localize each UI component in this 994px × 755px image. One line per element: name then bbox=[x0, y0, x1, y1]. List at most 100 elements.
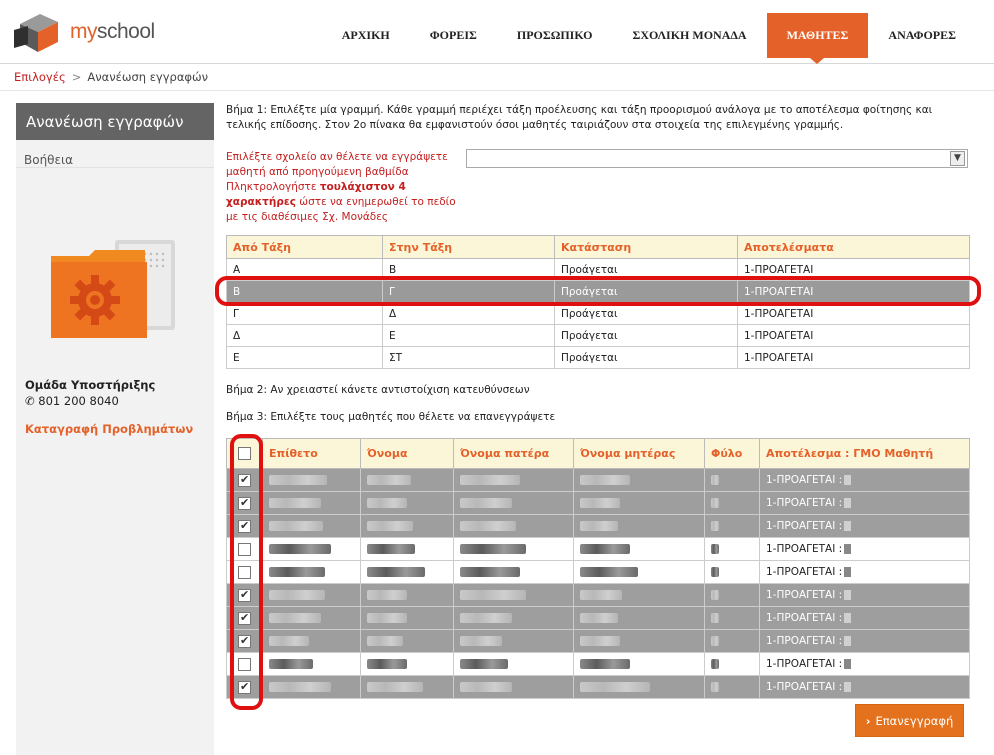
phone-icon: ✆ bbox=[25, 394, 35, 408]
brand-name: myschool bbox=[70, 20, 155, 43]
redacted-text bbox=[460, 498, 512, 508]
myschool-logo[interactable]: myschool bbox=[14, 14, 164, 52]
student-checkbox[interactable] bbox=[238, 588, 251, 602]
nav-item-school-unit[interactable]: ΣΧΟΛΙΚΗ ΜΟΝΑΔΑ bbox=[612, 13, 766, 58]
table-row[interactable]: 1-ΠΡΟΑΓΕΤΑΙ : bbox=[226, 606, 970, 630]
cell-result: 1-ΠΡΟΑΓΕΤΑΙ : bbox=[759, 675, 970, 699]
column-header-status[interactable]: Κατάσταση bbox=[554, 235, 738, 259]
column-header-father-name[interactable]: Όνομα πατέρα bbox=[453, 438, 574, 469]
table-row[interactable]: Γ Δ Προάγεται 1-ΠΡΟΑΓΕΤΑΙ bbox=[226, 302, 970, 325]
cell-result: 1-ΠΡΟΑΓΕΤΑΙ : bbox=[759, 468, 970, 492]
redacted-text bbox=[580, 590, 622, 600]
chevron-down-icon[interactable]: ▼ bbox=[950, 151, 965, 166]
report-problems-link[interactable]: Καταγραφή Προβλημάτων bbox=[25, 422, 193, 436]
table-row[interactable]: 1-ΠΡΟΑΓΕΤΑΙ : bbox=[226, 468, 970, 492]
cell-surname bbox=[262, 560, 361, 584]
re-enroll-button[interactable]: › Επανεγγραφή bbox=[855, 704, 964, 737]
cell-gender bbox=[704, 491, 760, 515]
result-text: 1-ΠΡΟΑΓΕΤΑΙ : bbox=[766, 681, 843, 693]
student-checkbox[interactable] bbox=[238, 565, 251, 579]
nav-item-home[interactable]: ΑΡΧΙΚΗ bbox=[322, 13, 410, 58]
redacted-text bbox=[844, 590, 852, 600]
column-header-mother-name[interactable]: Όνομα μητέρας bbox=[573, 438, 705, 469]
column-header-to-class[interactable]: Στην Τάξη bbox=[382, 235, 555, 259]
column-header-result-gmo[interactable]: Αποτέλεσμα : ΓΜΟ Μαθητή bbox=[759, 438, 970, 469]
table-row[interactable]: Ε ΣΤ Προάγεται 1-ΠΡΟΑΓΕΤΑΙ bbox=[226, 346, 970, 369]
cell-result: 1-ΠΡΟΑΓΕΤΑΙ : bbox=[759, 606, 970, 630]
student-checkbox[interactable] bbox=[238, 542, 251, 556]
table-row[interactable]: Α Β Προάγεται 1-ΠΡΟΑΓΕΤΑΙ bbox=[226, 258, 970, 281]
cell-result: 1-ΠΡΟΑΓΕΤΑΙ : bbox=[759, 537, 970, 561]
cell-father-name bbox=[453, 537, 574, 561]
redacted-text bbox=[711, 590, 719, 600]
cell-result: 1-ΠΡΟΑΓΕΤΑΙ : bbox=[759, 514, 970, 538]
redacted-text bbox=[269, 567, 325, 577]
cell-to: ΣΤ bbox=[382, 346, 555, 369]
cell-gender bbox=[704, 514, 760, 538]
school-select[interactable]: ▼ bbox=[466, 149, 968, 168]
select-cell bbox=[226, 468, 263, 492]
redacted-text bbox=[460, 475, 520, 485]
cell-father-name bbox=[453, 560, 574, 584]
support-team-title: Ομάδα Υποστήριξης bbox=[25, 378, 156, 392]
sidebar-help-link[interactable]: Βοήθεια bbox=[16, 140, 214, 168]
cell-from: Α bbox=[226, 258, 383, 281]
redacted-text bbox=[367, 590, 407, 600]
column-header-surname[interactable]: Επίθετο bbox=[262, 438, 361, 469]
redacted-text bbox=[844, 498, 852, 508]
cell-to: Δ bbox=[382, 302, 555, 325]
student-checkbox[interactable] bbox=[238, 611, 251, 625]
nav-item-students[interactable]: ΜΑΘΗΤΕΣ bbox=[766, 13, 869, 64]
sidebar-title: Ανανέωση εγγραφών bbox=[16, 103, 214, 140]
cell-surname bbox=[262, 629, 361, 653]
redacted-text bbox=[711, 475, 719, 485]
column-header-first-name[interactable]: Όνομα bbox=[360, 438, 454, 469]
select-all-checkbox[interactable] bbox=[238, 447, 251, 461]
result-text: 1-ΠΡΟΑΓΕΤΑΙ : bbox=[766, 543, 843, 555]
result-text: 1-ΠΡΟΑΓΕΤΑΙ : bbox=[766, 520, 843, 532]
table-row[interactable]: 1-ΠΡΟΑΓΕΤΑΙ : bbox=[226, 491, 970, 515]
cell-father-name bbox=[453, 491, 574, 515]
redacted-text bbox=[460, 544, 526, 554]
column-header-results[interactable]: Αποτελέσματα bbox=[737, 235, 970, 259]
redacted-text bbox=[844, 544, 852, 554]
cell-father-name bbox=[453, 468, 574, 492]
result-text: 1-ΠΡΟΑΓΕΤΑΙ : bbox=[766, 658, 843, 670]
table-row[interactable]: Δ Ε Προάγεται 1-ΠΡΟΑΓΕΤΑΙ bbox=[226, 324, 970, 347]
redacted-text bbox=[460, 659, 508, 669]
redacted-text bbox=[580, 636, 620, 646]
cell-surname bbox=[262, 583, 361, 607]
classes-table: Από Τάξη Στην Τάξη Κατάσταση Αποτελέσματ… bbox=[226, 235, 970, 369]
table-row[interactable]: 1-ΠΡΟΑΓΕΤΑΙ : bbox=[226, 675, 970, 699]
table-row[interactable]: 1-ΠΡΟΑΓΕΤΑΙ : bbox=[226, 583, 970, 607]
select-cell bbox=[226, 629, 263, 653]
table-row[interactable]: 1-ΠΡΟΑΓΕΤΑΙ : bbox=[226, 629, 970, 653]
cell-from: Ε bbox=[226, 346, 383, 369]
redacted-text bbox=[367, 544, 415, 554]
student-checkbox[interactable] bbox=[238, 634, 251, 648]
column-header-gender[interactable]: Φύλο bbox=[704, 438, 760, 469]
table-row[interactable]: 1-ΠΡΟΑΓΕΤΑΙ : bbox=[226, 537, 970, 561]
redacted-text bbox=[367, 659, 407, 669]
nav-item-reports[interactable]: ΑΝΑΦΟΡΕΣ bbox=[868, 13, 976, 58]
student-checkbox[interactable] bbox=[238, 496, 251, 510]
cell-father-name bbox=[453, 606, 574, 630]
table-row[interactable]: Β Γ Προάγεται 1-ΠΡΟΑΓΕΤΑΙ bbox=[226, 280, 970, 303]
redacted-text bbox=[580, 544, 630, 554]
student-checkbox[interactable] bbox=[238, 657, 251, 671]
table-row[interactable]: 1-ΠΡΟΑΓΕΤΑΙ : bbox=[226, 514, 970, 538]
table-row[interactable]: 1-ΠΡΟΑΓΕΤΑΙ : bbox=[226, 560, 970, 584]
student-checkbox[interactable] bbox=[238, 519, 251, 533]
cell-first-name bbox=[360, 560, 454, 584]
result-text: 1-ΠΡΟΑΓΕΤΑΙ : bbox=[766, 566, 843, 578]
redacted-text bbox=[269, 498, 321, 508]
table-row[interactable]: 1-ΠΡΟΑΓΕΤΑΙ : bbox=[226, 652, 970, 676]
cell-surname bbox=[262, 491, 361, 515]
breadcrumb-link-options[interactable]: Επιλογές bbox=[14, 70, 66, 84]
column-header-from-class[interactable]: Από Τάξη bbox=[226, 235, 383, 259]
nav-item-agencies[interactable]: ΦΟΡΕΙΣ bbox=[410, 13, 497, 58]
nav-item-staff[interactable]: ΠΡΟΣΩΠΙΚΟ bbox=[497, 13, 613, 58]
redacted-text bbox=[844, 659, 852, 669]
student-checkbox[interactable] bbox=[238, 473, 251, 487]
student-checkbox[interactable] bbox=[238, 680, 251, 694]
